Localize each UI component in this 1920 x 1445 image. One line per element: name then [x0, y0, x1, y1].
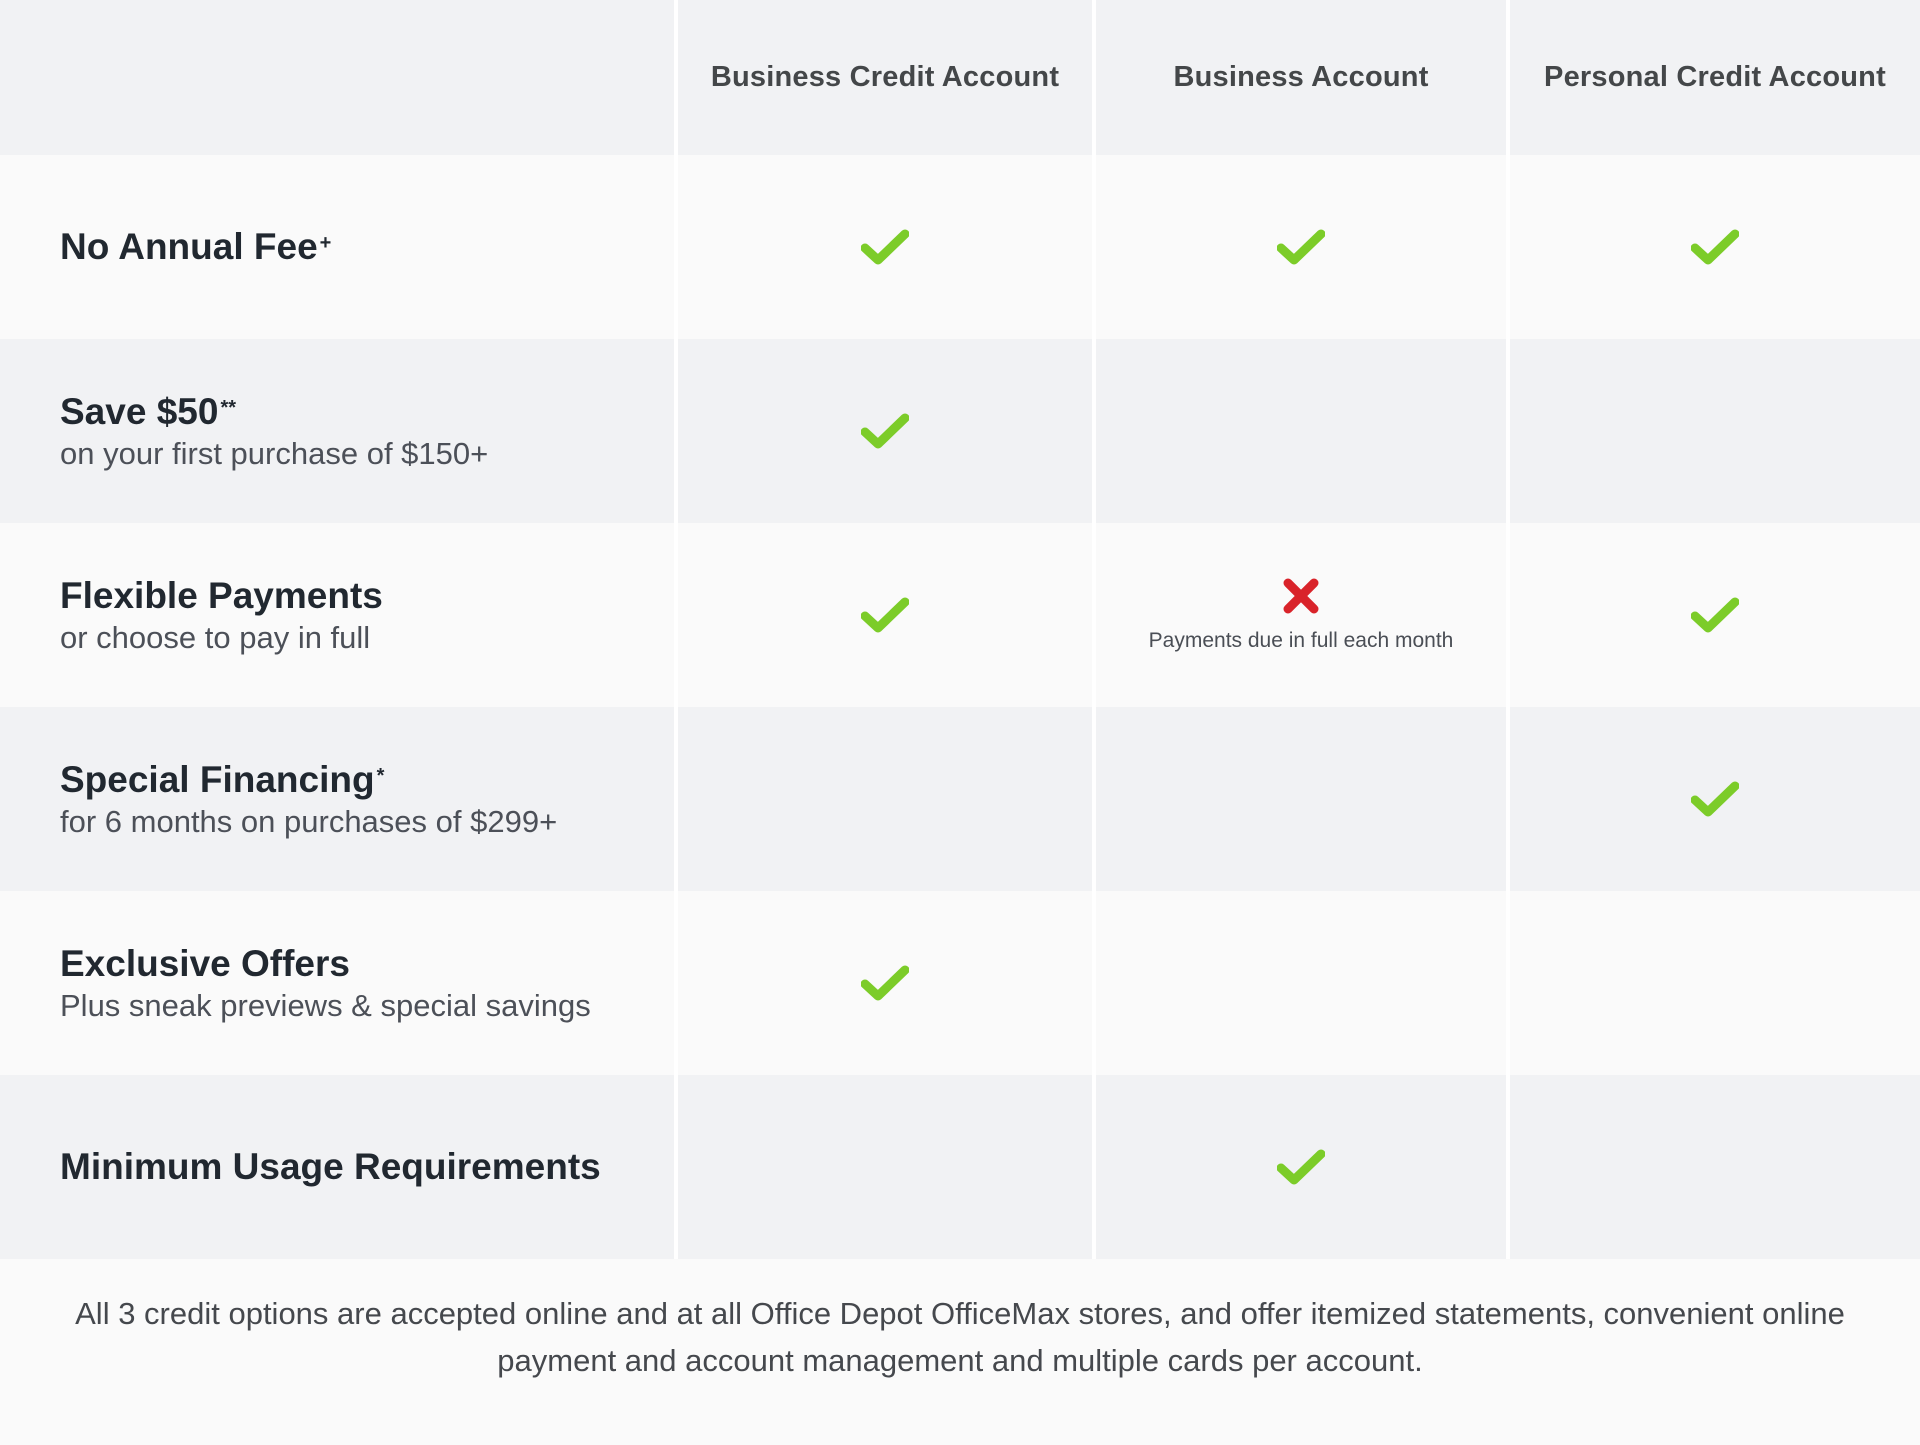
feature-title-text: No Annual Fee — [60, 226, 318, 267]
table-row: Minimum Usage Requirements — [0, 1075, 1920, 1259]
feature-title: No Annual Fee + — [60, 224, 331, 270]
feature-cell: Minimum Usage Requirements — [0, 1075, 674, 1259]
footnote-marker: + — [319, 232, 332, 254]
column-header-label: Business Credit Account — [710, 61, 1060, 93]
footer-disclaimer: All 3 credit options are accepted online… — [0, 1259, 1920, 1445]
cell-personal-credit — [1510, 1075, 1920, 1259]
check-icon — [861, 229, 909, 265]
check-icon — [861, 597, 909, 633]
cell-business-account — [1096, 339, 1506, 523]
feature-title-text: Exclusive Offers — [60, 943, 350, 984]
feature-title: Exclusive Offers — [60, 941, 350, 987]
check-icon — [1277, 229, 1325, 265]
check-icon — [1691, 597, 1739, 633]
table-row: Flexible Payments or choose to pay in ful… — [0, 523, 1920, 707]
table-row: Exclusive Offers Plus sneak previews & sp… — [0, 891, 1920, 1075]
feature-title: Special Financing * — [60, 757, 384, 803]
table-row: No Annual Fee + — [0, 155, 1920, 339]
cell-business-account — [1096, 891, 1506, 1075]
feature-title-text: Minimum Usage Requirements — [60, 1146, 601, 1187]
check-icon — [1691, 781, 1739, 817]
column-header-business-account: Business Account — [1096, 0, 1506, 155]
cell-business-credit — [678, 155, 1092, 339]
footer-text: All 3 credit options are accepted online… — [75, 1296, 1845, 1378]
table-row: Save $50 ** on your first purchase of $150… — [0, 339, 1920, 523]
column-header-label: Personal Credit Account — [1544, 61, 1886, 93]
table-header-row: Business Credit Account Business Account… — [0, 0, 1920, 155]
feature-subtitle: Plus sneak previews & special savings — [60, 988, 591, 1023]
feature-cell: Special Financing * for 6 months on purcha… — [0, 707, 674, 891]
cell-personal-credit — [1510, 891, 1920, 1075]
feature-title: Save $50 ** — [60, 389, 236, 435]
cell-business-credit — [678, 891, 1092, 1075]
feature-subtitle: or choose to pay in full — [60, 620, 371, 655]
cell-business-credit — [678, 1075, 1092, 1259]
feature-cell: Save $50 ** on your first purchase of $150… — [0, 339, 674, 523]
check-icon — [1691, 229, 1739, 265]
footnote-marker: ** — [220, 397, 237, 419]
credit-comparison-table: Business Credit Account Business Account… — [0, 0, 1920, 1259]
cell-personal-credit — [1510, 339, 1920, 523]
feature-subtitle: for 6 months on purchases of $299+ — [60, 804, 558, 839]
feature-title: Flexible Payments — [60, 573, 383, 619]
cell-business-account — [1096, 1075, 1506, 1259]
feature-title-text: Flexible Payments — [60, 575, 383, 616]
feature-cell: Exclusive Offers Plus sneak previews & sp… — [0, 891, 674, 1075]
column-header-label: Business Account — [1173, 61, 1429, 93]
cell-business-credit — [678, 339, 1092, 523]
feature-title-text: Save $50 — [60, 391, 219, 432]
column-header-business-credit: Business Credit Account — [678, 0, 1092, 155]
cell-business-credit — [678, 523, 1092, 707]
cell-business-account: Payments due in full each month — [1096, 523, 1506, 707]
check-icon — [1277, 1149, 1325, 1185]
feature-subtitle: on your first purchase of $150+ — [60, 436, 489, 471]
table-row: Special Financing * for 6 months on purcha… — [0, 707, 1920, 891]
cell-personal-credit — [1510, 155, 1920, 339]
check-icon — [861, 413, 909, 449]
header-empty-cell — [0, 0, 674, 155]
cell-personal-credit — [1510, 707, 1920, 891]
feature-cell: No Annual Fee + — [0, 155, 674, 339]
feature-title: Minimum Usage Requirements — [60, 1144, 601, 1190]
footnote-marker: * — [376, 765, 385, 787]
cell-business-credit — [678, 707, 1092, 891]
feature-title-text: Special Financing — [60, 759, 375, 800]
cross-icon — [1282, 577, 1320, 615]
check-icon — [861, 965, 909, 1001]
cell-note: Payments due in full each month — [1148, 629, 1454, 652]
cell-business-account — [1096, 155, 1506, 339]
cell-personal-credit — [1510, 523, 1920, 707]
feature-cell: Flexible Payments or choose to pay in ful… — [0, 523, 674, 707]
column-header-personal-credit: Personal Credit Account — [1510, 0, 1920, 155]
cell-business-account — [1096, 707, 1506, 891]
